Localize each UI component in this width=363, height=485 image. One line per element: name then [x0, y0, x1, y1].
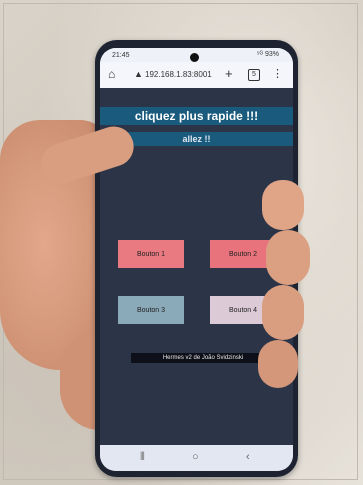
status-icons: ⁵ᴳ 93%: [256, 51, 279, 58]
new-tab-icon[interactable]: +: [225, 66, 233, 81]
tab-count-button[interactable]: 5: [248, 69, 260, 81]
warning-icon[interactable]: ▲: [134, 69, 143, 79]
home-button-icon[interactable]: ○: [192, 451, 199, 463]
home-icon[interactable]: ⌂: [108, 67, 115, 81]
finger: [262, 180, 304, 230]
url-field[interactable]: 192.168.1.83:8001: [145, 70, 212, 79]
browser-toolbar: ⌂ ▲ 192.168.1.83:8001 + 5 ⋮: [100, 62, 293, 88]
bouton-1-button[interactable]: Bouton 1: [118, 240, 184, 268]
back-icon[interactable]: ‹: [246, 451, 250, 463]
bouton-3-button[interactable]: Bouton 3: [118, 296, 184, 324]
more-menu-icon[interactable]: ⋮: [272, 67, 283, 80]
page-footer: Hermes v2 de João Svidzinski: [131, 353, 275, 363]
finger: [258, 340, 298, 388]
page-title: cliquez plus rapide !!!: [100, 107, 293, 125]
front-camera: [190, 53, 199, 62]
finger: [266, 230, 310, 285]
finger: [262, 285, 304, 340]
android-nav-bar: ⦀ ○ ‹: [100, 445, 293, 471]
phone-screen: 21:45 ⁵ᴳ 93% ⌂ ▲ 192.168.1.83:8001 + 5 ⋮…: [100, 48, 293, 471]
recent-apps-icon[interactable]: ⦀: [140, 451, 145, 464]
status-time: 21:45: [112, 52, 130, 59]
